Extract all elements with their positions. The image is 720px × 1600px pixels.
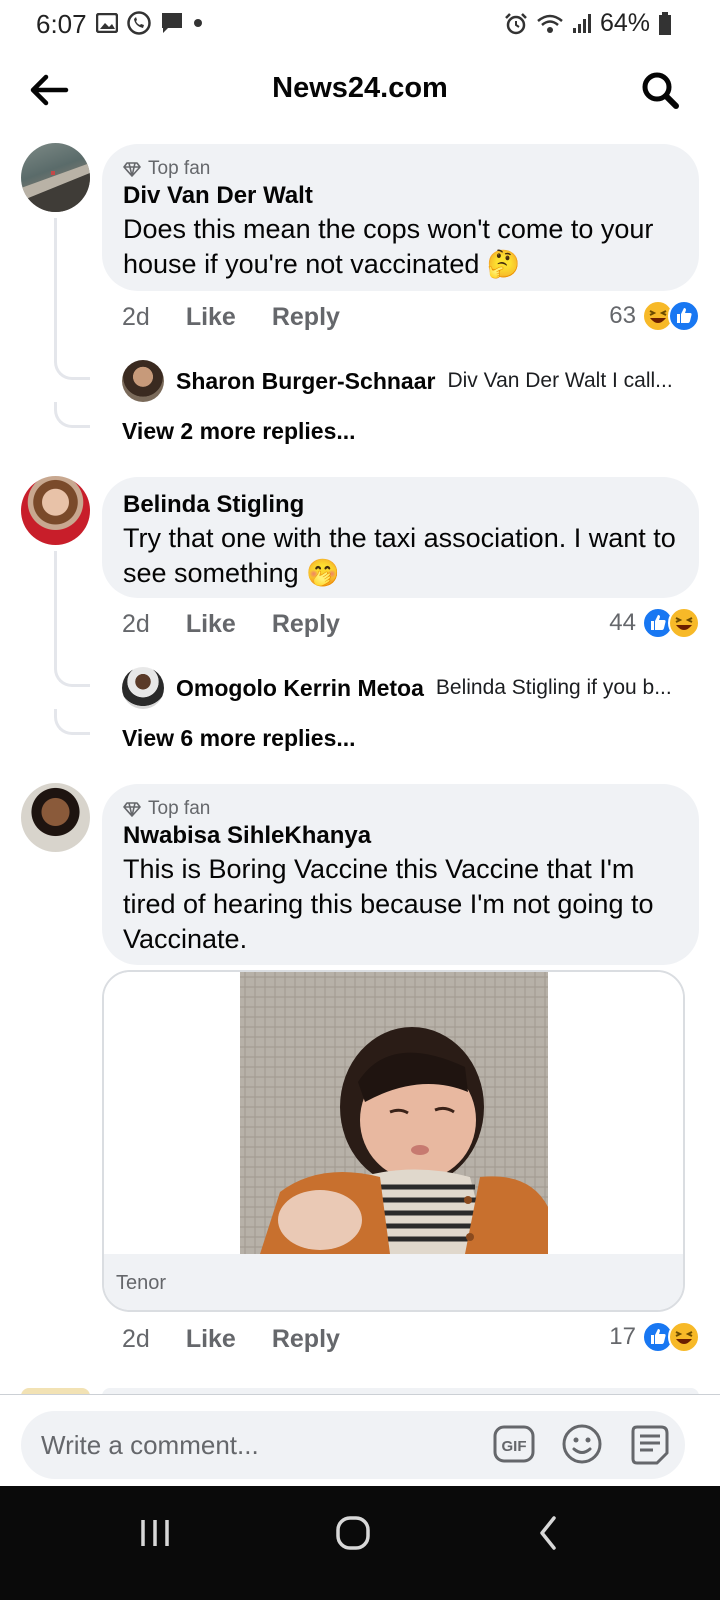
reply-text: Div Van Der Walt I call... [447, 369, 673, 392]
like-button[interactable]: Like [186, 1325, 236, 1354]
reaction-summary[interactable]: 17 [609, 1321, 700, 1353]
gif-icon[interactable]: GIF [493, 1423, 535, 1465]
alarm-icon [505, 12, 527, 34]
reaction-count: 44 [609, 609, 636, 636]
thread-curve [54, 354, 90, 380]
battery-icon [659, 11, 671, 35]
comment-author[interactable]: Div Van Der Walt [123, 182, 679, 210]
comment-actions: 2d Like Reply [122, 1325, 340, 1354]
gif-source[interactable]: Tenor [104, 1254, 683, 1310]
system-navigation-bar [0, 1486, 720, 1600]
comment-text: Try that one with the taxi association. … [123, 523, 676, 588]
haha-reaction-icon [668, 1321, 700, 1353]
page-header: News24.com [0, 56, 720, 122]
emoji-icon[interactable] [561, 1423, 603, 1465]
reaction-count: 17 [609, 1323, 636, 1350]
comment-placeholder: Write a comment... [41, 1430, 259, 1460]
view-more-replies-link[interactable]: View 2 more replies... [122, 418, 356, 445]
comment-actions: 2d Like Reply [122, 303, 340, 332]
reply-preview[interactable]: Omogolo Kerrin Metoa Belinda Stigling if… [122, 667, 688, 709]
gif-attachment[interactable]: Tenor [102, 970, 685, 1312]
thread-curve [54, 709, 90, 735]
avatar[interactable] [21, 783, 90, 852]
thread-curve [54, 402, 90, 428]
like-button[interactable]: Like [186, 610, 236, 639]
comment-time[interactable]: 2d [122, 1325, 150, 1354]
diamond-icon [123, 801, 141, 817]
top-fan-badge: Top fan [123, 798, 679, 820]
comment-input[interactable]: Write a comment... GIF [21, 1411, 685, 1479]
view-more-replies-link[interactable]: View 6 more replies... [122, 725, 356, 752]
reaction-count: 63 [609, 302, 636, 329]
avatar[interactable] [21, 476, 90, 545]
comment-time[interactable]: 2d [122, 303, 150, 332]
comment-author[interactable]: Belinda Stigling [123, 491, 679, 519]
comment-text: Does this mean the cops won't come to yo… [123, 214, 654, 279]
like-reaction-icon [668, 300, 700, 332]
comment-bubble[interactable]: Belinda Stigling Try that one with the t… [102, 477, 699, 598]
reaction-summary[interactable]: 44 [609, 607, 700, 639]
gallery-notification-icon [96, 13, 118, 33]
avatar[interactable] [21, 143, 90, 212]
gif-area [104, 972, 683, 1254]
gif-image[interactable] [240, 972, 548, 1254]
reply-text: Belinda Stigling if you b... [435, 676, 672, 699]
reply-button[interactable]: Reply [272, 610, 340, 639]
top-fan-badge: Top fan [123, 158, 679, 180]
page-title: News24.com [272, 72, 448, 104]
status-time: 6:07 [36, 9, 87, 39]
reply-preview[interactable]: Sharon Burger-Schnaar Div Van Der Walt I… [122, 360, 688, 402]
thread-line [54, 218, 57, 354]
whatsapp-notification-icon [127, 11, 151, 35]
reply-button[interactable]: Reply [272, 1325, 340, 1354]
wifi-icon [537, 14, 563, 33]
thread-curve [54, 661, 90, 687]
sticker-icon[interactable] [629, 1423, 671, 1465]
comment-text: This is Boring Vaccine this Vaccine that… [123, 854, 654, 954]
comment-bubble[interactable]: Top fan Nwabisa SihleKhanya This is Bori… [102, 784, 699, 965]
reply-button[interactable]: Reply [272, 303, 340, 332]
signal-icon [572, 13, 591, 33]
composer-icons: GIF [493, 1423, 671, 1465]
notification-icons [96, 10, 204, 36]
reply-author[interactable]: Sharon Burger-Schnaar [176, 368, 435, 395]
reply-author[interactable]: Omogolo Kerrin Metoa [176, 675, 424, 702]
message-notification-icon [162, 13, 182, 33]
more-notifications-dot-icon [194, 19, 202, 27]
search-icon[interactable] [640, 70, 680, 110]
svg-text:GIF: GIF [502, 1438, 527, 1455]
system-status: 64% [504, 9, 672, 38]
thread-line [54, 551, 57, 661]
comment-author[interactable]: Nwabisa SihleKhanya [123, 822, 679, 850]
comment-actions: 2d Like Reply [122, 610, 340, 639]
comment-bubble[interactable]: Top fan Div Van Der Walt Does this mean … [102, 144, 699, 291]
diamond-icon [123, 161, 141, 177]
status-bar: 6:07 64% [0, 0, 720, 46]
recent-apps-icon[interactable] [138, 1516, 172, 1550]
battery-percent: 64% [599, 9, 650, 37]
reply-avatar[interactable] [122, 667, 164, 709]
comment-time[interactable]: 2d [122, 610, 150, 639]
haha-reaction-icon [668, 607, 700, 639]
reaction-summary[interactable]: 63 [609, 300, 700, 332]
comment-composer: Write a comment... GIF [0, 1394, 720, 1486]
home-icon[interactable] [334, 1514, 372, 1552]
back-icon[interactable] [534, 1514, 564, 1552]
reply-avatar[interactable] [122, 360, 164, 402]
like-button[interactable]: Like [186, 303, 236, 332]
